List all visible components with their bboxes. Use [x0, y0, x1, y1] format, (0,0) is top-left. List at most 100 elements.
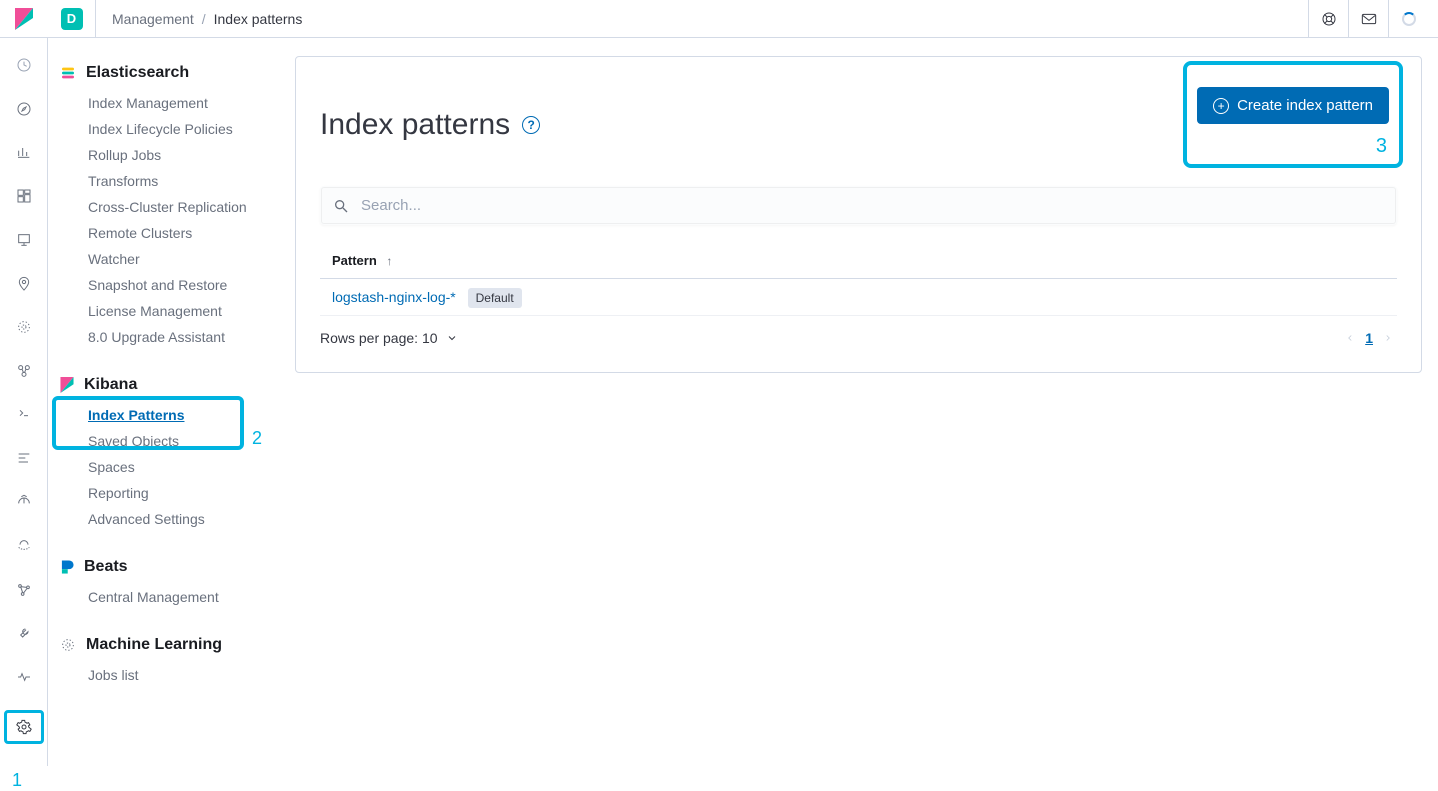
- mgmt-item-watcher[interactable]: Watcher: [48, 246, 271, 272]
- spinner-icon: [1402, 12, 1416, 26]
- page-next[interactable]: [1383, 333, 1393, 343]
- nav-canvas[interactable]: [8, 229, 40, 251]
- nav-visualize[interactable]: [8, 141, 40, 163]
- mgmt-item-saved-objects[interactable]: Saved Objects: [48, 428, 271, 454]
- mgmt-item-ilm[interactable]: Index Lifecycle Policies: [48, 116, 271, 142]
- nav-devtools[interactable]: [8, 623, 40, 645]
- mgmt-item-central-management[interactable]: Central Management: [48, 584, 271, 610]
- breadcrumb: Management / Index patterns: [96, 11, 302, 27]
- beats-icon: [60, 559, 74, 575]
- callout-2: 2: [252, 428, 262, 449]
- breadcrumb-separator: /: [202, 11, 206, 27]
- chevron-right-icon: [1383, 333, 1393, 343]
- siem-icon: [16, 538, 32, 554]
- metrics-icon: [16, 363, 32, 379]
- callout-box-3: + Create index pattern 3: [1183, 61, 1403, 168]
- mgmt-item-spaces[interactable]: Spaces: [48, 454, 271, 480]
- dashboard-icon: [16, 188, 32, 204]
- search-field[interactable]: [320, 186, 1397, 225]
- section-kibana: Kibana: [48, 372, 271, 398]
- table-row: logstash-nginx-log-* Default: [320, 279, 1397, 316]
- nav-dashboard[interactable]: [8, 185, 40, 207]
- mgmt-item-reporting[interactable]: Reporting: [48, 480, 271, 506]
- sort-asc-icon: ↑: [386, 254, 392, 268]
- gear-icon: [16, 719, 32, 735]
- nav-siem[interactable]: [8, 535, 40, 557]
- nav-monitoring[interactable]: [8, 666, 40, 688]
- mgmt-item-license[interactable]: License Management: [48, 298, 271, 324]
- ml-section-icon: [60, 637, 76, 653]
- ml-icon: [16, 319, 32, 335]
- compass-icon: [16, 101, 32, 117]
- nav-ml[interactable]: [8, 316, 40, 338]
- nav-maps[interactable]: [8, 273, 40, 295]
- breadcrumb-current: Index patterns: [214, 11, 303, 27]
- help-icon[interactable]: ?: [522, 116, 540, 134]
- search-input[interactable]: [361, 197, 1384, 214]
- callout-3: 3: [1376, 135, 1387, 158]
- page-title-wrap: Index patterns ?: [320, 108, 540, 142]
- space-badge: D: [61, 8, 83, 30]
- section-title: Beats: [84, 558, 128, 576]
- uptime-icon: [16, 494, 32, 510]
- nav-management[interactable]: [4, 710, 44, 744]
- rpp-label: Rows per page: 10: [320, 330, 438, 346]
- nav-discover[interactable]: [8, 98, 40, 120]
- callout-1: 1: [12, 770, 22, 791]
- header-actions: [1308, 0, 1438, 37]
- kibana-icon: [60, 377, 74, 393]
- canvas-icon: [16, 232, 32, 248]
- pattern-link[interactable]: logstash-nginx-log-*: [332, 289, 456, 305]
- logs-icon: [16, 407, 32, 423]
- ml-items: Jobs list: [48, 658, 271, 702]
- kibana-logo[interactable]: [0, 0, 48, 38]
- pin-icon: [16, 276, 32, 292]
- apm-icon: [16, 450, 32, 466]
- newsfeed[interactable]: [1348, 0, 1388, 38]
- panel-header: Index patterns ? + Create index pattern …: [320, 81, 1397, 168]
- section-beats: Beats: [48, 554, 271, 580]
- mgmt-item-snapshot[interactable]: Snapshot and Restore: [48, 272, 271, 298]
- loading-indicator: [1388, 0, 1428, 38]
- rows-per-page[interactable]: Rows per page: 10: [320, 330, 458, 346]
- chart-icon: [16, 144, 32, 160]
- elasticsearch-items: Index Management Index Lifecycle Policie…: [48, 86, 271, 364]
- col-header-pattern[interactable]: Pattern ↑: [320, 243, 1397, 279]
- space-selector[interactable]: D: [48, 0, 96, 38]
- section-title: Machine Learning: [86, 636, 222, 654]
- page-prev[interactable]: [1345, 333, 1355, 343]
- nav-uptime[interactable]: [8, 491, 40, 513]
- default-badge: Default: [468, 288, 522, 308]
- col-header-label: Pattern: [332, 253, 377, 268]
- mail-icon: [1361, 12, 1377, 26]
- nav-infra[interactable]: [8, 360, 40, 382]
- mgmt-item-index-management[interactable]: Index Management: [48, 90, 271, 116]
- mgmt-item-advanced-settings[interactable]: Advanced Settings: [48, 506, 271, 532]
- nav-graph[interactable]: [8, 579, 40, 601]
- plus-circle-icon: +: [1213, 98, 1229, 114]
- help-menu[interactable]: [1308, 0, 1348, 38]
- table-footer: Rows per page: 10 1: [320, 316, 1397, 348]
- mgmt-item-ccr[interactable]: Cross-Cluster Replication: [48, 194, 271, 220]
- create-button-label: Create index pattern: [1237, 97, 1373, 114]
- heartbeat-icon: [16, 669, 32, 685]
- mgmt-item-upgrade[interactable]: 8.0 Upgrade Assistant: [48, 324, 271, 350]
- kibana-logo-icon: [15, 8, 33, 30]
- pagination: 1: [1345, 330, 1393, 346]
- page-title: Index patterns: [320, 108, 510, 142]
- section-elasticsearch: Elasticsearch: [48, 60, 271, 86]
- breadcrumb-parent[interactable]: Management: [112, 11, 194, 27]
- nav-logs[interactable]: [8, 404, 40, 426]
- page-1[interactable]: 1: [1365, 330, 1373, 346]
- section-title: Kibana: [84, 376, 137, 394]
- mgmt-item-transforms[interactable]: Transforms: [48, 168, 271, 194]
- mgmt-item-rollup[interactable]: Rollup Jobs: [48, 142, 271, 168]
- mgmt-item-index-patterns[interactable]: Index Patterns: [48, 402, 271, 428]
- nav-apm[interactable]: [8, 448, 40, 470]
- mgmt-item-remote-clusters[interactable]: Remote Clusters: [48, 220, 271, 246]
- graph-icon: [16, 582, 32, 598]
- app-header: D Management / Index patterns: [0, 0, 1438, 38]
- create-index-pattern-button[interactable]: + Create index pattern: [1197, 87, 1389, 124]
- mgmt-item-jobs-list[interactable]: Jobs list: [48, 662, 271, 688]
- nav-recent[interactable]: [8, 54, 40, 76]
